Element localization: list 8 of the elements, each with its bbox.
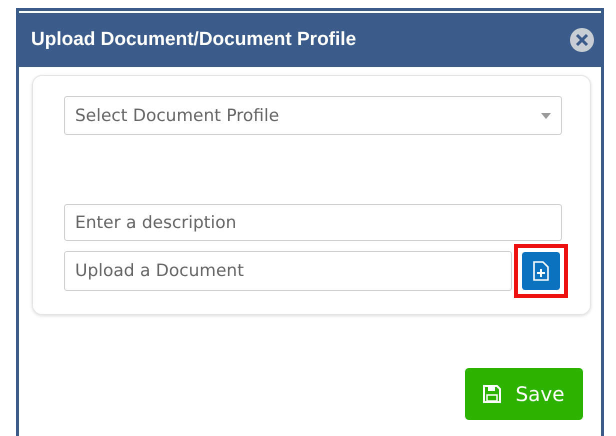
profile-dropdown[interactable]: Select Document Profile (64, 96, 562, 135)
close-icon[interactable] (569, 27, 595, 53)
description-field[interactable]: Enter a description (64, 204, 562, 241)
caret-icon (541, 112, 551, 118)
add-file-button[interactable] (522, 252, 560, 290)
window-title: Upload Document/Document Profile (31, 29, 356, 51)
file-plus-icon (533, 261, 549, 281)
upload-field[interactable]: Upload a Document (64, 251, 512, 291)
